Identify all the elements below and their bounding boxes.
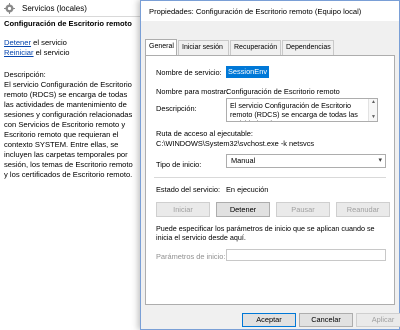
service-status-value: En ejecución [226,185,269,194]
restart-service-link[interactable]: Reiniciar [4,48,34,57]
service-status-label: Estado del servicio: [156,185,221,194]
service-name-value[interactable]: SessionEnv [226,66,270,78]
apply-button[interactable]: Aplicar [356,313,400,327]
dialog-title: Propiedades: Configuración de Escritorio… [149,7,362,16]
chevron-down-icon: ▾ [378,157,382,164]
properties-dialog: Propiedades: Configuración de Escritorio… [140,0,400,330]
stop-service-suffix: el servicio [31,38,67,47]
restart-service-action: Reiniciar el servicio [4,48,69,57]
start-params-input[interactable] [226,249,386,261]
selected-service-name: Configuración de Escritorio remoto [4,19,132,28]
startup-type-value: Manual [231,156,256,165]
restart-service-suffix: el servicio [33,48,70,57]
exec-path-value: C:\WINDOWS\System32\svchost.exe -k netsv… [156,139,315,148]
tab-dependencies[interactable]: Dependencias [282,40,334,55]
general-tab-panel: Nombre de servicio: SessionEnv Nombre pa… [145,55,395,305]
display-name-value: Configuración de Escritorio remoto [226,87,340,96]
startup-type-label: Tipo de inicio: [156,160,202,169]
accept-button[interactable]: Aceptar [242,313,296,327]
scroll-down-icon[interactable]: ▼ [370,115,377,120]
dialog-titlebar[interactable]: Propiedades: Configuración de Escritorio… [141,1,399,21]
scroll-up-icon[interactable]: ▲ [370,100,377,105]
start-params-info: Puede especificar los parámetros de inic… [156,224,375,242]
services-gear-icon [4,3,15,14]
description-value: El servicio Configuración de Escritorio … [230,101,358,121]
startup-type-select[interactable]: Manual ▾ [226,154,386,168]
tab-general[interactable]: General [145,39,177,55]
tab-recovery[interactable]: Recuperación [230,40,281,55]
services-window-title: Servicios (locales) [22,4,87,13]
stop-service-link[interactable]: Detener [4,38,31,47]
start-button[interactable]: Iniciar [156,202,210,217]
section-divider [154,177,386,178]
service-description-text: El servicio Configuración de Escritorio … [4,80,133,179]
stop-service-action: Detener el servicio [4,38,67,47]
dialog-tabs: General Iniciar sesión Recuperación Depe… [145,39,395,55]
description-label: Descripción: [156,104,197,113]
pause-button[interactable]: Pausar [276,202,330,217]
stop-button[interactable]: Detener [216,202,270,217]
cancel-button[interactable]: Cancelar [299,313,353,327]
description-scrollbar[interactable]: ▲ ▼ [368,99,377,121]
resume-button[interactable]: Reanudar [336,202,390,217]
display-name-label: Nombre para mostrar: [156,87,229,96]
start-params-label: Parámetros de inicio: [156,252,226,261]
service-name-label: Nombre de servicio: [156,68,222,77]
tab-login[interactable]: Iniciar sesión [178,40,229,55]
service-description-label: Descripción: [4,70,46,79]
exec-path-label: Ruta de acceso al ejecutable: [156,129,253,138]
description-textbox[interactable]: El servicio Configuración de Escritorio … [226,98,378,122]
